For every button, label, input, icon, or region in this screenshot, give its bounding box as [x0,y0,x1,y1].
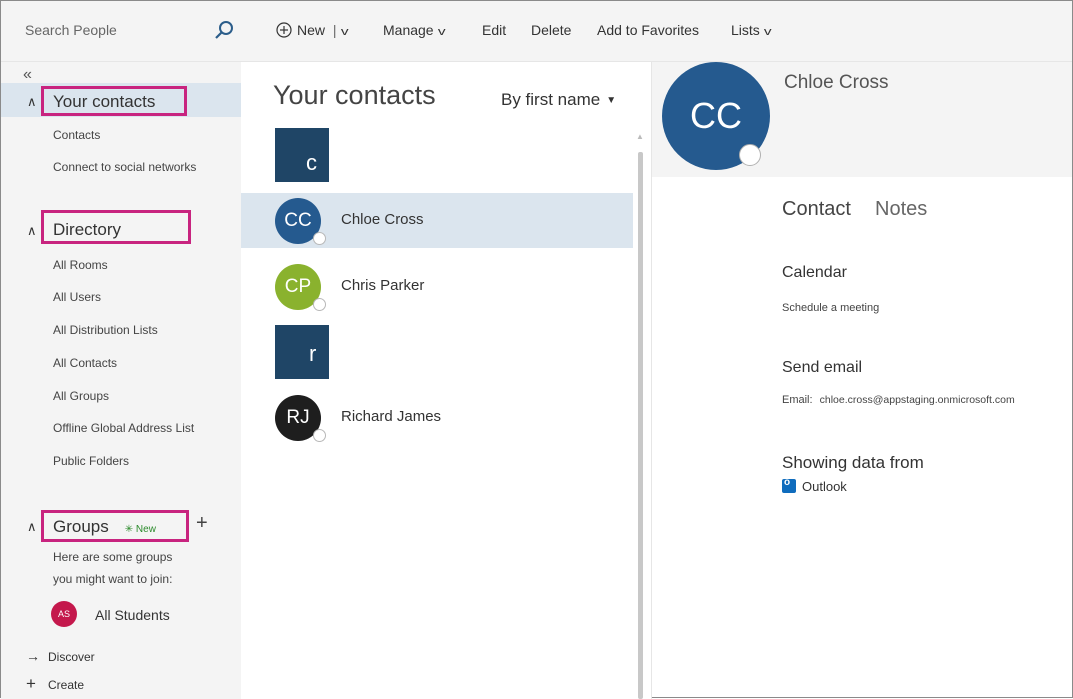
sidebar-item-all-contacts[interactable]: All Contacts [53,356,117,370]
new-label: New [297,22,326,38]
scrollbar[interactable] [638,152,643,699]
sidebar-item-public-folders[interactable]: Public Folders [53,454,129,468]
outlook-icon [782,477,796,493]
chevron-down-icon: v [763,26,772,38]
suggested-group-name[interactable]: All Students [95,607,170,623]
sort-label: By first name [501,90,601,109]
presence-status-icon [313,232,326,245]
caret-up-icon[interactable]: ∧ [27,223,37,239]
caret-down-icon: ▼ [606,95,617,106]
sidebar-item-social-networks[interactable]: Connect to social networks [53,160,196,174]
caret-up-icon[interactable]: ∧ [27,519,37,535]
arrow-right-icon: → [26,648,40,664]
contact-detail-pane: CC Chloe Cross Contact Notes Calendar Sc… [652,62,1072,699]
schedule-meeting-link[interactable]: Schedule a meeting [782,302,879,314]
new-divider: | [332,22,337,38]
new-badge-label: New [135,524,156,535]
contact-row[interactable]: CC Chloe Cross [241,193,633,248]
lists-menu[interactable]: Lists v [731,22,772,38]
groups-suggestion-text: Here are some groups [53,550,173,564]
add-circle-icon [276,22,292,38]
search-icon[interactable] [213,19,235,41]
delete-button[interactable]: Delete [531,22,571,38]
presence-status-icon [739,144,761,166]
list-title: Your contacts [273,80,436,110]
sidebar-item-contacts[interactable]: Contacts [53,128,100,142]
star-icon: ✳ [124,524,134,535]
contact-row[interactable]: CP Chris Parker [241,259,633,314]
letter-header-c[interactable]: c [275,128,329,182]
section-title: Groups ✳ New [53,517,156,537]
data-source-heading: Showing data from [782,453,924,472]
manage-menu[interactable]: Manage v [383,22,446,38]
search-input[interactable]: Search People [25,22,117,38]
groups-title: Groups [53,517,109,536]
plus-icon: + [26,674,36,693]
contact-row[interactable]: RJ Richard James [241,390,633,445]
lists-label: Lists [731,22,760,38]
caret-up-icon[interactable]: ∧ [27,94,37,110]
new-button[interactable]: New | v [276,22,348,38]
section-title: Your contacts [53,92,156,111]
search-box[interactable]: Search People [1,1,241,61]
sidebar-item-all-rooms[interactable]: All Rooms [53,258,108,272]
create-label: Create [48,678,85,692]
add-group-button[interactable]: + [196,512,208,535]
data-source-name: Outlook [802,479,847,494]
chevron-down-icon: v [437,26,446,38]
sort-dropdown[interactable]: By first name ▼ [501,90,616,110]
contact-name: Chris Parker [341,277,425,294]
contact-name: Chloe Cross [341,211,424,228]
section-title: Directory [53,220,122,239]
sidebar-item-all-groups[interactable]: All Groups [53,389,109,403]
chevron-down-icon[interactable]: v [340,26,348,38]
create-link[interactable]: + Create [26,674,84,694]
letter-header-r[interactable]: r [275,325,329,379]
discover-link[interactable]: → Discover [26,648,95,664]
new-badge: ✳ New [125,524,156,535]
section-directory[interactable]: ∧ Directory [1,210,241,246]
letter-label: c [306,150,317,175]
email-label: Email: [782,394,813,406]
tab-contact[interactable]: Contact [782,198,851,221]
add-to-favorites-button[interactable]: Add to Favorites [597,22,699,38]
presence-status-icon [313,429,326,442]
email-row: Email: chloe.cross@appstaging.onmicrosof… [782,394,1015,406]
letter-label: r [309,341,317,366]
groups-suggestion-text: you might want to join: [53,572,173,586]
sidebar-item-offline-address-list[interactable]: Offline Global Address List [53,421,194,435]
presence-status-icon [313,298,326,311]
sidebar-item-all-distribution-lists[interactable]: All Distribution Lists [53,323,158,337]
email-address-link[interactable]: chloe.cross@appstaging.onmicrosoft.com [820,394,1015,406]
contact-name: Richard James [341,408,442,425]
command-bar: Search People New | v Manage v Edit Delete… [1,1,1072,62]
detail-header: CC Chloe Cross [652,62,1072,177]
section-your-contacts[interactable]: ∧ Your contacts [1,83,241,117]
tab-notes[interactable]: Notes [875,198,927,221]
group-avatar[interactable]: AS [51,601,77,627]
navigation-pane: « ∧ Your contacts Contacts Connect to so… [1,62,241,699]
send-email-heading: Send email [782,359,863,376]
data-source: Outlook [782,477,847,494]
edit-button[interactable]: Edit [482,22,506,38]
discover-label: Discover [48,650,95,664]
manage-label: Manage [383,22,434,38]
contact-name: Chloe Cross [784,72,889,93]
sidebar-item-all-users[interactable]: All Users [53,290,101,304]
calendar-heading: Calendar [782,264,847,281]
scroll-up-icon[interactable]: ▲ [636,132,644,141]
collapse-pane-icon[interactable]: « [23,66,32,84]
contact-list: Your contacts By first name ▼ ▲ c CC Chlo… [241,62,652,699]
section-groups[interactable]: ∧ Groups ✳ New + [1,508,241,542]
